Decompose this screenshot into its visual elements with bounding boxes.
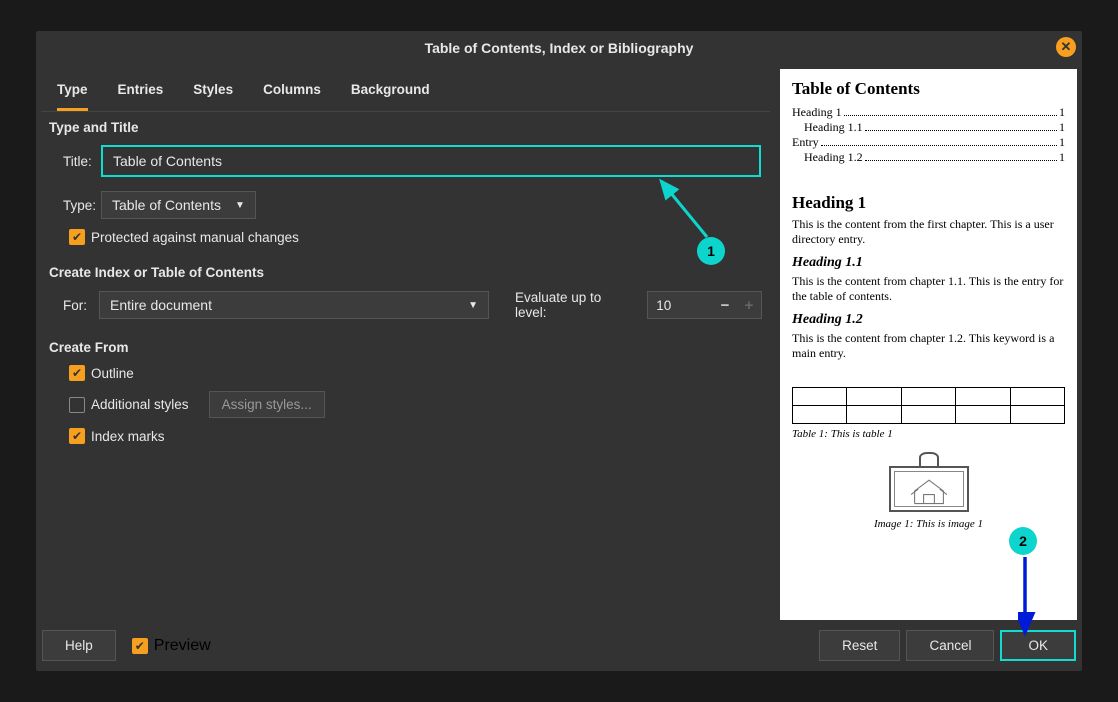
outline-label: Outline: [91, 366, 134, 381]
frame-inner: [894, 471, 964, 507]
spinner-plus[interactable]: +: [737, 297, 761, 314]
type-select[interactable]: Table of Contents ▼: [101, 191, 256, 219]
toc-page: 1: [1059, 120, 1065, 135]
preview-label: Preview: [154, 637, 211, 655]
preview-picture: [889, 452, 969, 512]
toc-leader: [844, 115, 1057, 116]
reset-button[interactable]: Reset: [819, 630, 900, 661]
protected-row: ✔ Protected against manual changes: [49, 229, 762, 245]
tab-type[interactable]: Type: [57, 74, 88, 111]
toc-label: Heading 1.1: [804, 120, 863, 135]
type-label: Type:: [49, 198, 89, 213]
ok-button[interactable]: OK: [1000, 630, 1076, 661]
toc-label: Heading 1: [792, 105, 842, 120]
toc-leader: [865, 130, 1057, 131]
title-input[interactable]: [101, 145, 761, 177]
toc-dialog: Table of Contents, Index or Bibliography…: [36, 31, 1082, 671]
title-row: Title:: [49, 145, 762, 177]
outline-row: ✔ Outline: [49, 365, 762, 381]
level-value: 10: [648, 298, 713, 313]
dialog-body: Type Entries Styles Columns Background T…: [36, 64, 1082, 620]
additional-checkbox[interactable]: [69, 397, 85, 413]
close-button[interactable]: ✕: [1056, 37, 1076, 57]
toc-page: 1: [1059, 150, 1065, 165]
type-row: Type: Table of Contents ▼: [49, 191, 762, 219]
preview-paragraph: This is the content from the first chapt…: [792, 217, 1065, 247]
preview-heading12: Heading 1.2: [792, 312, 1065, 328]
tabs: Type Entries Styles Columns Background: [41, 69, 770, 112]
form-area: Type and Title Title: Type: Table of Con…: [41, 112, 770, 620]
toc-page: 1: [1059, 105, 1065, 120]
protected-checkbox[interactable]: ✔: [69, 229, 85, 245]
preview-paragraph: This is the content from chapter 1.2. Th…: [792, 331, 1065, 361]
tab-columns[interactable]: Columns: [263, 74, 321, 111]
callout-2: 2: [1009, 527, 1037, 555]
assign-styles-button[interactable]: Assign styles...: [209, 391, 325, 418]
protected-label: Protected against manual changes: [91, 230, 299, 245]
indexmarks-row: ✔ Index marks: [49, 428, 762, 444]
frame-hanger-icon: [919, 452, 939, 466]
indexmarks-checkbox[interactable]: ✔: [69, 428, 85, 444]
spinner-minus[interactable]: −: [713, 297, 737, 314]
toc-line: Entry 1: [792, 135, 1065, 150]
toc-leader: [865, 160, 1057, 161]
preview-heading11: Heading 1.1: [792, 255, 1065, 271]
chevron-down-icon: ▼: [235, 200, 245, 211]
dialog-titlebar: Table of Contents, Index or Bibliography…: [36, 31, 1082, 64]
section-create-index: Create Index or Table of Contents: [49, 265, 762, 280]
for-select-value: Entire document: [110, 297, 212, 313]
additional-label: Additional styles: [91, 397, 189, 412]
preview-toc-title: Table of Contents: [792, 79, 1065, 99]
preview-heading1: Heading 1: [792, 193, 1065, 213]
preview-checkbox[interactable]: ✔: [132, 638, 148, 654]
section-create-from: Create From: [49, 340, 762, 355]
preview-toggle: ✔ Preview: [132, 637, 211, 655]
preview-paragraph: This is the content from chapter 1.1. Th…: [792, 274, 1065, 304]
tab-entries[interactable]: Entries: [118, 74, 164, 111]
frame-outer: [889, 466, 969, 512]
toc-label: Heading 1.2: [804, 150, 863, 165]
section-type-title: Type and Title: [49, 120, 762, 135]
preview-table-caption: Table 1: This is table 1: [792, 428, 1065, 440]
toc-leader: [821, 145, 1057, 146]
house-icon: [911, 476, 947, 506]
cancel-button[interactable]: Cancel: [906, 630, 994, 661]
preview-table: [792, 387, 1065, 424]
left-panel: Type Entries Styles Columns Background T…: [41, 69, 770, 620]
additional-row: Additional styles Assign styles...: [49, 391, 762, 418]
title-label: Title:: [49, 154, 89, 169]
dialog-footer: Help ✔ Preview Reset Cancel OK: [36, 620, 1082, 671]
tab-background[interactable]: Background: [351, 74, 430, 111]
toc-page: 1: [1059, 135, 1065, 150]
indexmarks-label: Index marks: [91, 429, 165, 444]
level-spinner[interactable]: 10 − +: [647, 291, 762, 319]
for-row: For: Entire document ▼ Evaluate up to le…: [49, 290, 762, 320]
outline-checkbox[interactable]: ✔: [69, 365, 85, 381]
toc-label: Entry: [792, 135, 819, 150]
chevron-down-icon: ▼: [468, 300, 478, 311]
toc-line: Heading 1 1: [792, 105, 1065, 120]
evaluate-label: Evaluate up to level:: [515, 290, 635, 320]
help-button[interactable]: Help: [42, 630, 116, 661]
toc-line: Heading 1.1 1: [792, 120, 1065, 135]
close-icon: ✕: [1061, 39, 1072, 55]
callout-1: 1: [697, 237, 725, 265]
for-select[interactable]: Entire document ▼: [99, 291, 489, 319]
type-select-value: Table of Contents: [112, 197, 221, 213]
toc-line: Heading 1.2 1: [792, 150, 1065, 165]
for-label: For:: [63, 298, 87, 313]
tab-styles[interactable]: Styles: [193, 74, 233, 111]
dialog-title: Table of Contents, Index or Bibliography: [425, 40, 694, 56]
